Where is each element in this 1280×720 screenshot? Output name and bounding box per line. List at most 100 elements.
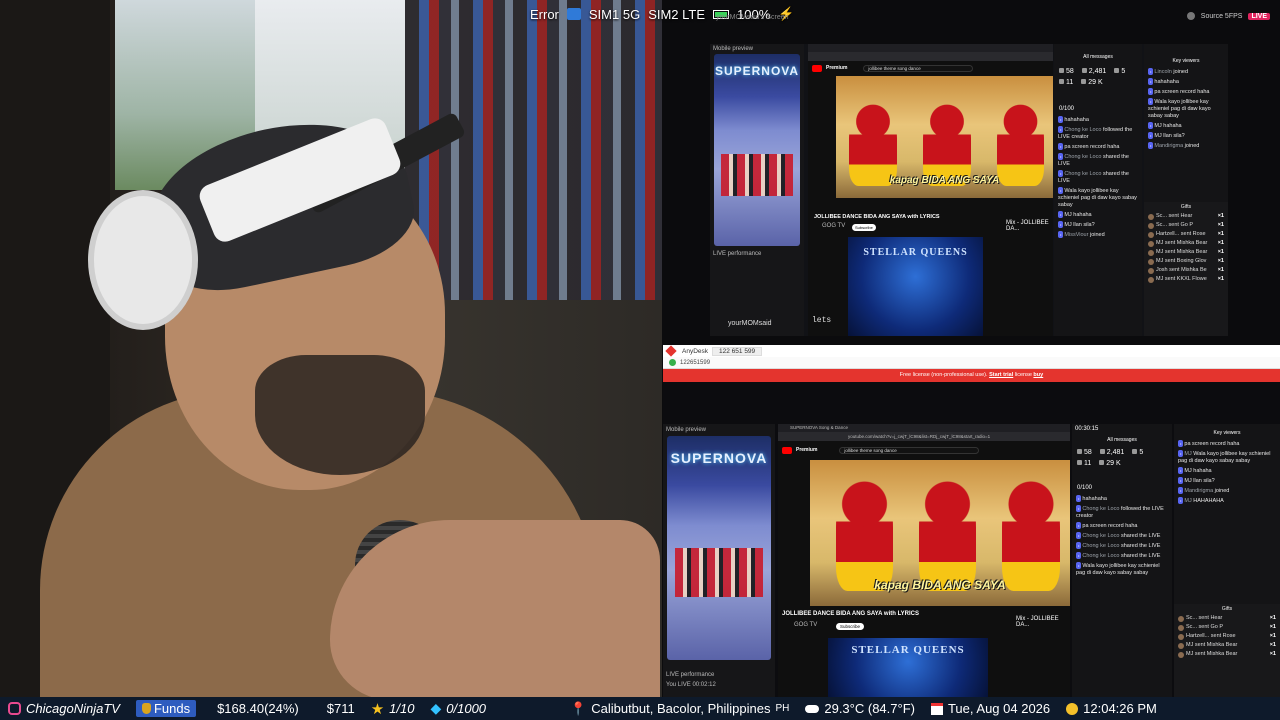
gift-row: Hartzell... sent Rose ×1 — [1174, 632, 1280, 641]
stars-segment: ★ 1/10 — [363, 697, 423, 720]
cash-value: $711 — [326, 701, 355, 716]
anydesk-address[interactable]: 122651599 — [680, 360, 710, 366]
remote-video-player[interactable]: kapag BIDA ANG SAYA — [810, 460, 1070, 606]
funds-segment: Funds $168.40(24%) — [128, 697, 307, 720]
chat-username[interactable]: Chong ke Loco — [1082, 533, 1119, 539]
remote-timer: 00:30:15 — [1075, 426, 1099, 432]
remote-youtube-window: SUPERNOVA Song & Dance youtube.com/watch… — [778, 424, 1070, 697]
chat-username[interactable]: Chong ke Loco — [1082, 506, 1119, 512]
signal-icon — [566, 8, 581, 20]
video-title: JOLLIBEE DANCE BIDA ANG SAYA with LYRICS — [814, 214, 940, 220]
gift-row: Hartzell... sent Rose ×1 — [1144, 230, 1228, 239]
instagram-icon — [8, 702, 21, 715]
gems-count: 0/1000 — [446, 701, 487, 716]
remote-next-title[interactable]: Mix - JOLLIBEE DA... — [1016, 616, 1070, 628]
chat-message: • Chong ke Loco followed the LIVE creator — [1054, 126, 1142, 141]
remote-subscribe-button[interactable]: Subscribe — [836, 623, 865, 630]
buy-link[interactable]: buy — [1033, 372, 1043, 378]
user-badge-icon: • — [1148, 142, 1154, 149]
browser-tabs[interactable] — [808, 44, 1053, 52]
chat-message: • hahahaha — [1072, 495, 1172, 503]
remote-channel-name[interactable]: GOG TV — [794, 622, 817, 628]
user-badge-icon: • — [1178, 487, 1184, 494]
source-indicator: Source 5FPS LIVE — [1186, 12, 1270, 20]
followers-count: 11 — [1059, 79, 1073, 86]
avatar — [1148, 258, 1154, 265]
remote-youtube-logo-icon[interactable] — [782, 446, 792, 454]
start-trial-link[interactable]: Start trial — [989, 372, 1013, 378]
avatar — [1178, 651, 1184, 658]
subscribe-button[interactable]: Subscribe — [852, 224, 876, 231]
gift-row: MJ sent Mishka Bear ×1 — [1144, 239, 1228, 248]
gift-count: ×1 — [1217, 222, 1224, 228]
user-badge-icon: • — [1076, 495, 1082, 502]
user-badge-icon: • — [1058, 170, 1064, 177]
chat-username[interactable]: Chong ke Loco — [1064, 171, 1101, 177]
remote-stellar-thumb[interactable]: STELLAR QUEENS — [828, 638, 988, 697]
stars-count: 1/10 — [389, 701, 415, 716]
user-badge-icon: • — [1076, 552, 1082, 559]
remote-address-bar[interactable]: youtube.com/watch?v=j_cwjT_lC98&list=RDj… — [778, 432, 1070, 441]
chat-message: • MJ hahaha — [1054, 211, 1142, 219]
chat-message: • Chong ke Loco shared the LIVE — [1072, 532, 1172, 540]
chat-message: • MJ hahaha — [1174, 467, 1280, 475]
chat-username[interactable]: Lincoln — [1154, 69, 1171, 75]
chat-text: Wala kayo jollibee kay schieniel pag di … — [1178, 451, 1271, 464]
remote-live-user: You LIVE 00:02:12 — [666, 682, 716, 688]
chat-username[interactable]: Mandirigma — [1184, 488, 1213, 494]
anydesk-session-tab[interactable]: 122 651 599 — [712, 346, 763, 356]
location-segment: 📍 Calibutbut, Bacolor, Philippines PH — [562, 697, 797, 720]
user-badge-icon: • — [1076, 505, 1082, 512]
chat-username[interactable]: Mandirigma — [1154, 143, 1183, 149]
key-viewers-header: Key viewers — [1172, 58, 1200, 64]
video-player[interactable]: kapag BIDA ANG SAYA — [836, 76, 1053, 198]
chat-text: shared the LIVE — [1120, 543, 1161, 549]
gift-text: Hartzell... sent Rose — [1156, 231, 1206, 237]
remote-goal-progress: 0/100 — [1077, 485, 1093, 491]
money-bag-icon — [141, 703, 151, 714]
user-badge-icon: • — [1148, 88, 1154, 95]
gift-count: ×1 — [1217, 231, 1224, 237]
channel-name: ChicagoNinjaTV — [26, 701, 120, 716]
remote-desktop[interactable]: Mobile preview SUPERNOVA LIVE performanc… — [663, 382, 1280, 697]
remote-url[interactable]: youtube.com/watch?v=j_cwjT_lC98&list=RDj… — [848, 434, 990, 439]
chat-text: pa screen record haha — [1154, 89, 1210, 95]
chat-message: • MissViour joined — [1054, 231, 1142, 239]
remote-tab-label[interactable]: SUPERNOVA Song & Dance — [790, 425, 848, 430]
chat-text: Wala kayo jollibee kay schieniel pag di … — [1076, 563, 1160, 576]
connection-ok-icon — [669, 359, 676, 366]
chat-username[interactable]: MJ — [1184, 498, 1191, 504]
user-badge-icon: • — [1058, 221, 1064, 228]
live-stats: 58 2,481 5 — [1054, 66, 1142, 77]
remote-dancers-image — [675, 548, 763, 598]
screen-label: yourMOMsaid's Screen — [716, 14, 789, 21]
search-input[interactable]: jollibee theme song dance — [863, 64, 974, 72]
chat-message: • Chong ke Loco shared the LIVE — [1054, 153, 1142, 168]
youtube-window: Premium jollibee theme song dance kapag … — [808, 44, 1053, 336]
dancers-image — [720, 153, 794, 197]
supernova-title: SUPERNOVA — [714, 64, 800, 78]
stellar-queens-thumb[interactable]: STELLAR QUEENS — [848, 237, 983, 336]
license-link[interactable]: license — [1015, 372, 1032, 378]
chat-text: MJ hahaha — [1154, 123, 1182, 129]
address-bar[interactable] — [808, 52, 1053, 61]
channel-name[interactable]: GOG TV — [822, 223, 845, 229]
chat-username[interactable]: MissViour — [1064, 232, 1088, 238]
chat-username[interactable]: Chong ke Loco — [1064, 154, 1101, 160]
gift-count: ×1 — [1269, 651, 1276, 657]
youtube-logo-icon[interactable] — [812, 64, 822, 72]
user-badge-icon: • — [1058, 231, 1064, 238]
remote-browser-tabs[interactable]: SUPERNOVA Song & Dance — [778, 424, 1070, 432]
chat-username[interactable]: Chong ke Loco — [1082, 553, 1119, 559]
next-video-title[interactable]: Mix - JOLLIBEE DA... — [1006, 220, 1053, 232]
chat-username[interactable]: MJ — [1184, 451, 1191, 457]
followers-icon — [1077, 460, 1082, 465]
time-text: 12:04:26 PM — [1083, 701, 1157, 716]
remote-search-input[interactable]: jollibee theme song dance — [839, 446, 980, 454]
chat-username[interactable]: Chong ke Loco — [1082, 543, 1119, 549]
remote-video-title: JOLLIBEE DANCE BIDA ANG SAYA with LYRICS — [782, 611, 920, 617]
chat-username[interactable]: Chong ke Loco — [1064, 127, 1101, 133]
chat-text: MJ hahaha — [1064, 212, 1092, 218]
person-beard — [255, 355, 425, 475]
remote-viewers-count: 58 — [1077, 449, 1092, 456]
